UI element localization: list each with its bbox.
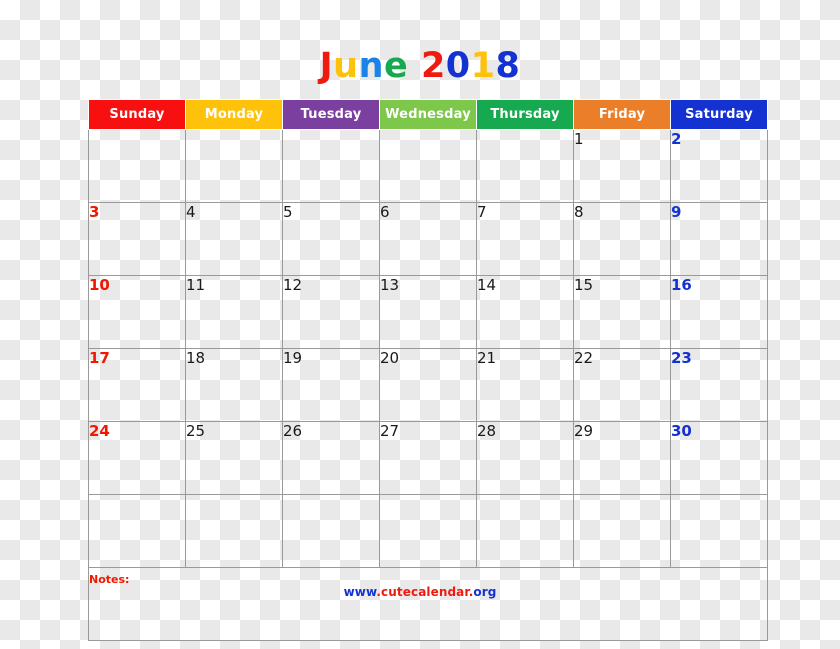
day-cell-29[interactable]: 29	[573, 421, 671, 495]
day-cell-11[interactable]: 11	[185, 275, 283, 349]
day-cell-5[interactable]: 5	[282, 202, 380, 276]
calendar-week-row	[88, 494, 768, 568]
notes-row: Notes:	[88, 567, 768, 641]
day-cell-22[interactable]: 22	[573, 348, 671, 422]
weekday-header-wednesday: Wednesday	[379, 99, 477, 130]
weekday-header-monday: Monday	[185, 99, 283, 130]
day-cell-empty[interactable]	[282, 494, 380, 568]
calendar-weeks-body: 1 2 3 4 5 6 7 8 9 10 11 12 13 14 15 16 17 18 19 20 21 22 23 24 2…	[88, 129, 768, 568]
title-letter: 0	[445, 46, 471, 86]
day-cell-empty[interactable]	[379, 494, 477, 568]
day-cell-15[interactable]: 15	[573, 275, 671, 349]
day-cell-empty[interactable]	[379, 129, 477, 203]
title-letter: 1	[470, 46, 496, 86]
day-cell-28[interactable]: 28	[476, 421, 574, 495]
calendar-week-row: 3456789	[88, 202, 768, 276]
notes-cell[interactable]: Notes:	[88, 567, 768, 641]
calendar-week-row: 12	[88, 129, 768, 203]
day-cell-20[interactable]: 20	[379, 348, 477, 422]
calendar-table: Sunday Monday Tuesday Wednesday Thursday Frid…	[88, 99, 768, 641]
day-cell-3[interactable]: 3	[88, 202, 186, 276]
title-letter: n	[358, 46, 384, 86]
day-cell-empty[interactable]	[185, 129, 283, 203]
day-cell-4[interactable]: 4	[185, 202, 283, 276]
title-letter	[408, 46, 421, 86]
day-cell-empty[interactable]	[476, 494, 574, 568]
footer-url-part: org	[473, 585, 497, 599]
footer-url-part: www	[343, 585, 377, 599]
weekday-header-tuesday: Tuesday	[282, 99, 380, 130]
day-cell-16[interactable]: 16	[670, 275, 768, 349]
day-cell-25[interactable]: 25	[185, 421, 283, 495]
weekday-header-friday: Friday	[573, 99, 671, 130]
day-cell-26[interactable]: 26	[282, 421, 380, 495]
day-cell-empty[interactable]	[573, 494, 671, 568]
day-cell-30[interactable]: 30	[670, 421, 768, 495]
weekday-header-row: Sunday Monday Tuesday Wednesday Thursday Frid…	[88, 99, 768, 130]
day-cell-7[interactable]: 7	[476, 202, 574, 276]
day-cell-empty[interactable]	[88, 494, 186, 568]
title-letter: 8	[495, 46, 521, 86]
calendar-week-row: 10 11 12 13 14 15 16	[88, 275, 768, 349]
day-cell-empty[interactable]	[185, 494, 283, 568]
day-cell-10[interactable]: 10	[88, 275, 186, 349]
day-cell-empty[interactable]	[670, 494, 768, 568]
day-cell-24[interactable]: 24	[88, 421, 186, 495]
day-cell-19[interactable]: 19	[282, 348, 380, 422]
footer-url-part: cutecalendar	[381, 585, 469, 599]
day-cell-empty[interactable]	[88, 129, 186, 203]
title-letter: 2	[420, 46, 446, 86]
title-letter: e	[384, 46, 409, 86]
day-cell-8[interactable]: 8	[573, 202, 671, 276]
day-cell-14[interactable]: 14	[476, 275, 574, 349]
title-letter: u	[333, 46, 359, 86]
day-cell-2[interactable]: 2	[670, 129, 768, 203]
calendar-week-row: 24 25 26 27 28 29 30	[88, 421, 768, 495]
day-cell-empty[interactable]	[476, 129, 574, 203]
day-cell-18[interactable]: 18	[185, 348, 283, 422]
day-cell-27[interactable]: 27	[379, 421, 477, 495]
day-cell-6[interactable]: 6	[379, 202, 477, 276]
day-cell-12[interactable]: 12	[282, 275, 380, 349]
day-cell-13[interactable]: 13	[379, 275, 477, 349]
calendar-week-row: 17 18 19 20 21 22 23	[88, 348, 768, 422]
day-cell-21[interactable]: 21	[476, 348, 574, 422]
day-cell-17[interactable]: 17	[88, 348, 186, 422]
day-cell-empty[interactable]	[282, 129, 380, 203]
day-cell-1[interactable]: 1	[573, 129, 671, 203]
weekday-header-saturday: Saturday	[670, 99, 768, 130]
title-letter: J	[319, 46, 334, 86]
weekday-header-thursday: Thursday	[476, 99, 574, 130]
day-cell-9[interactable]: 9	[670, 202, 768, 276]
day-cell-23[interactable]: 23	[670, 348, 768, 422]
footer-url[interactable]: www.cutecalendar.org	[0, 585, 840, 599]
page-title: June 2018	[0, 45, 840, 87]
weekday-header-sunday: Sunday	[88, 99, 186, 130]
